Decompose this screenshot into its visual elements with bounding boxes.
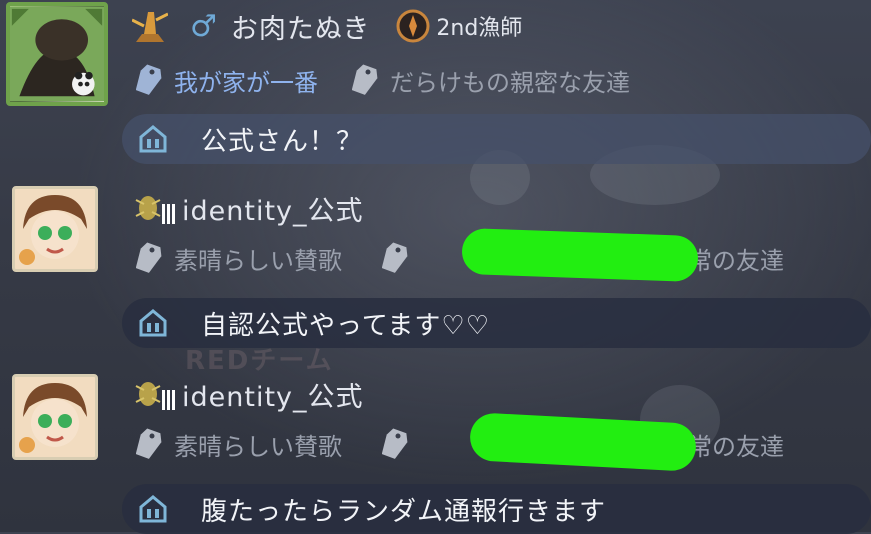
- avatar-panda[interactable]: [6, 2, 108, 106]
- message-header: ♂ お肉たぬき 2nd漁師: [132, 6, 522, 46]
- user-name[interactable]: identity_公式: [182, 189, 364, 228]
- tag-label: だらけもの親密な友達: [390, 68, 630, 97]
- tag-label: 素晴らしい賛歌: [174, 246, 342, 275]
- tag-item[interactable]: 我が家が一番: [136, 63, 318, 98]
- chat-channel-icon: [139, 309, 167, 337]
- message-header: identity_公式: [132, 374, 364, 414]
- tag-row: 我が家が一番 だらけもの親密な友達: [136, 62, 664, 98]
- tag-icon: [136, 428, 162, 459]
- bug-badge-icon: [135, 382, 175, 410]
- panda-avatar-art: [10, 7, 104, 101]
- rank-label: 2nd漁師: [436, 16, 523, 41]
- tag-icon: [382, 242, 408, 273]
- lighthouse-icon: [132, 12, 168, 42]
- message-text: 公式さん！？: [201, 126, 364, 157]
- tag-item[interactable]: だらけもの親密な友達: [352, 63, 630, 98]
- chat-channel-icon: [139, 125, 167, 153]
- user-name[interactable]: identity_公式: [182, 375, 364, 414]
- avatar-identity[interactable]: [12, 374, 98, 460]
- tag-label: 素晴らしい賛歌: [174, 432, 342, 461]
- message-text: 腹たったらランダム通報行きます: [201, 496, 607, 527]
- chat-bubble[interactable]: 自認公式やってます♡♡: [122, 298, 871, 348]
- chat-bubble[interactable]: 腹たったらランダム通報行きます: [122, 484, 871, 534]
- identity-avatar-art: [15, 377, 95, 457]
- tag-icon: [352, 64, 378, 95]
- redaction-scribble: [461, 227, 699, 283]
- tag-icon: [136, 64, 162, 95]
- message-text: 自認公式やってます♡♡: [201, 310, 491, 341]
- tag-item[interactable]: 素晴らしい賛歌: [136, 241, 342, 276]
- tag-item[interactable]: 素晴らしい賛歌: [136, 427, 342, 462]
- rank-emblem-icon: [396, 9, 430, 43]
- user-name[interactable]: お肉たぬき: [231, 7, 370, 46]
- avatar-identity[interactable]: [12, 186, 98, 272]
- tag-icon: [382, 428, 408, 459]
- chat-bubble[interactable]: 公式さん！？: [122, 114, 871, 164]
- tag-label: 我が家が一番: [174, 68, 318, 97]
- bug-badge-icon: [135, 196, 175, 224]
- message-header: identity_公式: [132, 188, 364, 228]
- chat-channel-icon: [139, 495, 167, 523]
- identity-avatar-art: [15, 189, 95, 269]
- male-icon: ♂: [190, 8, 217, 44]
- tag-icon: [136, 242, 162, 273]
